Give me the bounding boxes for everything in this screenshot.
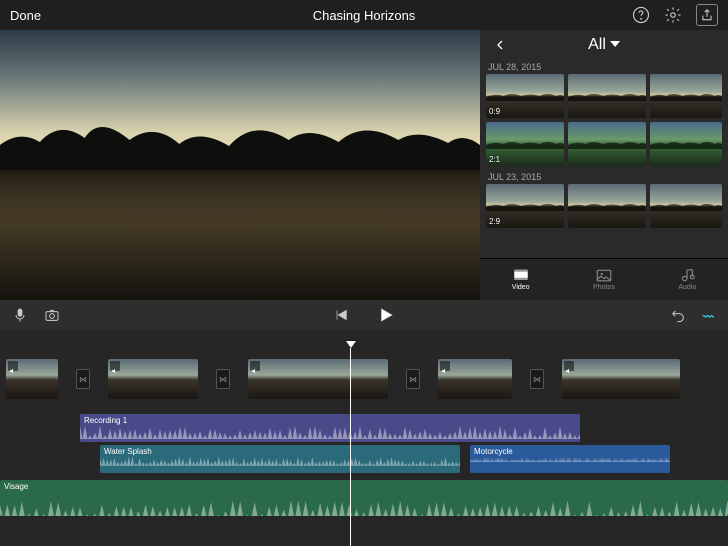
volume-icon	[251, 362, 259, 370]
media-clip-thumb[interactable]	[650, 184, 722, 228]
timeline-video-clip[interactable]	[438, 359, 512, 399]
audio-icon	[678, 268, 696, 282]
clip-duration: 0:9	[489, 107, 500, 116]
waveform	[0, 498, 728, 516]
browser-back-icon[interactable]	[494, 37, 506, 53]
media-tab-video[interactable]: Video	[512, 268, 530, 291]
volume-icon	[565, 362, 573, 370]
project-title: Chasing Horizons	[313, 8, 416, 23]
camera-icon[interactable]	[44, 307, 60, 323]
media-tab-label: Photos	[593, 284, 615, 291]
clip-duration: 2:1	[489, 155, 500, 164]
timeline-audio-clip[interactable]: Motorcycle	[470, 445, 670, 473]
video-icon	[512, 268, 530, 282]
timeline-video-clip[interactable]	[6, 359, 58, 399]
timeline-audio-clip[interactable]: Water Splash	[100, 445, 460, 473]
transition-icon[interactable]: ⋈	[76, 369, 90, 389]
upper-panel: All JUL 28, 2015 0:9 2:1 JUL 23, 2015 2:9 Vi…	[0, 30, 728, 300]
done-button[interactable]: Done	[10, 8, 41, 23]
media-type-tabs: Video Photos Audio	[480, 258, 728, 300]
media-clip-thumb[interactable]: 2:9	[486, 184, 564, 228]
video-track[interactable]: ⋈ ⋈ ⋈ ⋈	[0, 358, 728, 400]
media-browser: All JUL 28, 2015 0:9 2:1 JUL 23, 2015 2:9 Vi…	[480, 30, 728, 300]
waveform	[470, 455, 670, 473]
media-filter-dropdown[interactable]: All	[588, 36, 620, 54]
media-clip-thumb[interactable]: 0:9	[486, 74, 564, 118]
waveform	[80, 424, 580, 442]
audio-clip-label: Visage	[4, 482, 28, 491]
share-icon[interactable]	[696, 4, 718, 26]
volume-icon	[111, 362, 119, 370]
timeline-audio-clip[interactable]: Recording 1	[80, 414, 580, 442]
help-icon[interactable]	[632, 6, 650, 24]
media-filter-label: All	[588, 36, 606, 54]
media-tab-label: Audio	[678, 284, 696, 291]
media-tab-audio[interactable]: Audio	[678, 268, 696, 291]
chevron-down-icon	[610, 36, 620, 54]
media-clip-thumb[interactable]	[568, 122, 646, 166]
timeline-audio-clip[interactable]: Visage	[0, 480, 728, 516]
media-clip-thumb[interactable]: 2:1	[486, 122, 564, 166]
media-date-label: JUL 23, 2015	[486, 170, 722, 184]
transition-icon[interactable]: ⋈	[216, 369, 230, 389]
microphone-icon[interactable]	[12, 307, 28, 323]
top-toolbar: Done Chasing Horizons	[0, 0, 728, 30]
volume-icon	[9, 362, 17, 370]
media-clip-thumb[interactable]	[650, 122, 722, 166]
playhead[interactable]	[350, 348, 351, 546]
transition-icon[interactable]: ⋈	[406, 369, 420, 389]
undo-icon[interactable]	[670, 307, 686, 323]
waveform	[100, 455, 460, 473]
media-date-label: JUL 28, 2015	[486, 60, 722, 74]
clip-duration: 2:9	[489, 217, 500, 226]
volume-icon	[441, 362, 449, 370]
skip-back-icon[interactable]	[333, 307, 349, 323]
media-clip-thumb[interactable]	[650, 74, 722, 118]
timeline[interactable]: ⋈ ⋈ ⋈ ⋈ Recording 1 Water Splash Motorcycle Vi…	[0, 330, 728, 546]
settings-icon[interactable]	[664, 6, 682, 24]
media-tab-photos[interactable]: Photos	[593, 268, 615, 291]
transition-icon[interactable]: ⋈	[530, 369, 544, 389]
media-clip-thumb[interactable]	[568, 74, 646, 118]
audio-settings-icon[interactable]	[700, 307, 716, 323]
timeline-video-clip[interactable]	[108, 359, 198, 399]
media-clip-thumb[interactable]	[568, 184, 646, 228]
photos-icon	[595, 268, 613, 282]
play-icon[interactable]	[377, 306, 395, 324]
timeline-video-clip[interactable]	[248, 359, 388, 399]
media-tab-label: Video	[512, 284, 530, 291]
timeline-video-clip[interactable]	[562, 359, 680, 399]
playback-controls	[0, 300, 728, 330]
video-preview[interactable]	[0, 30, 480, 300]
